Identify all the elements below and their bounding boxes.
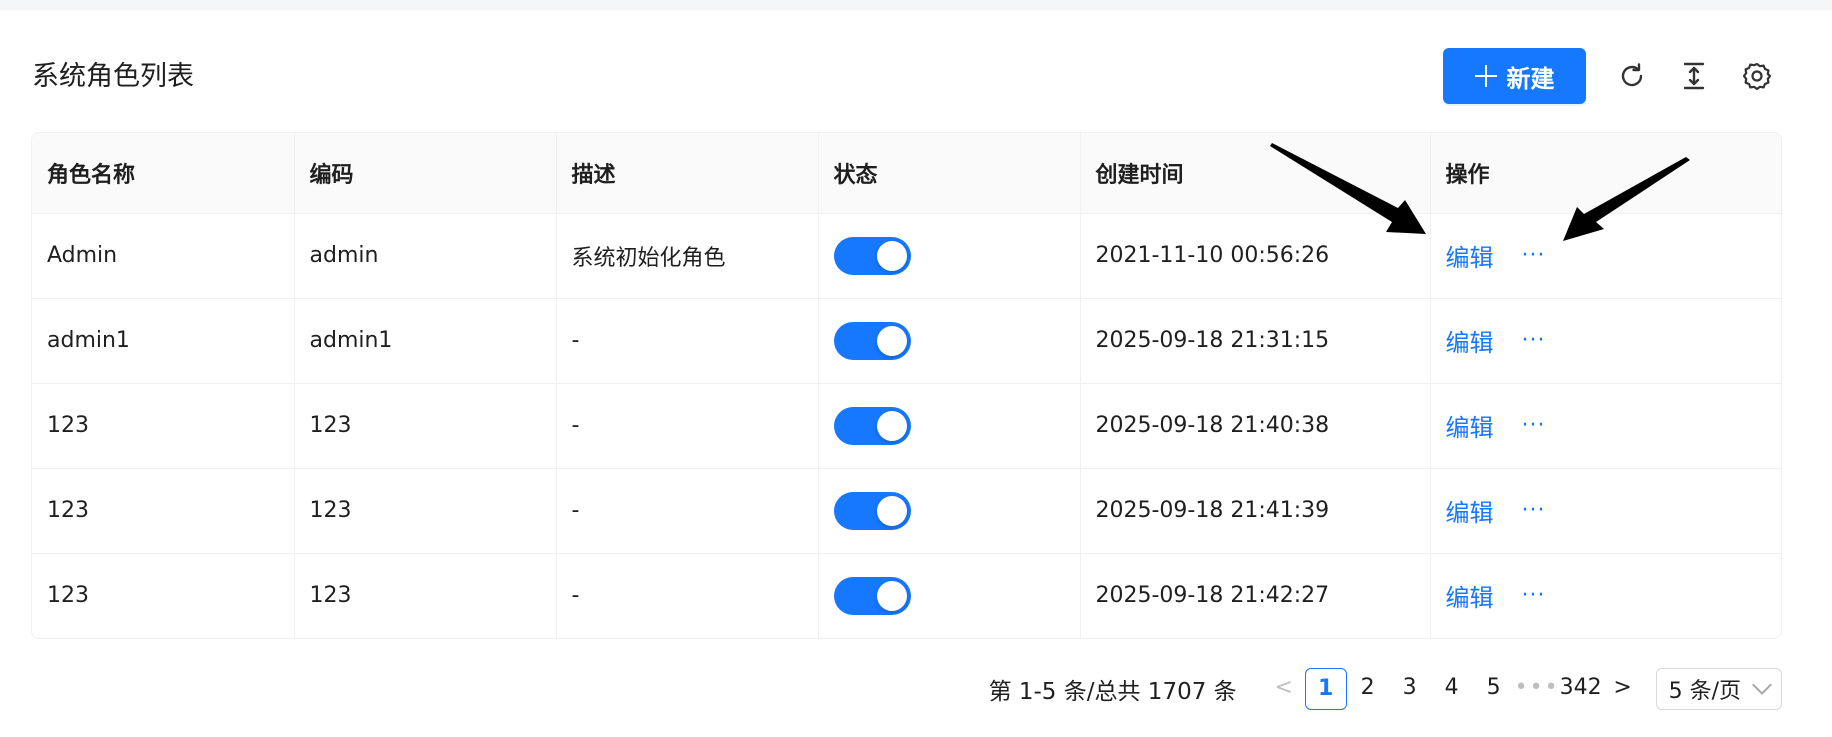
cell-status xyxy=(818,553,1081,638)
more-actions-icon[interactable]: ··· xyxy=(1522,498,1546,523)
edit-link[interactable]: 编辑 xyxy=(1446,244,1494,272)
prev-page-button[interactable]: < xyxy=(1263,668,1305,710)
cell-code: 123 xyxy=(294,553,557,638)
status-switch[interactable] xyxy=(833,236,911,275)
cell-created-time: 2021-11-10 00:56:26 xyxy=(1080,213,1431,299)
role-table: 角色名称 编码 描述 状态 创建时间 操作 Admin admin 系统初始化角… xyxy=(31,132,1782,639)
cell-created-time: 2025-09-18 21:31:15 xyxy=(1080,298,1431,384)
cell-role-name: 123 xyxy=(32,553,295,638)
switch-knob xyxy=(876,410,907,441)
status-switch[interactable] xyxy=(833,406,911,445)
page-2[interactable]: 2 xyxy=(1347,668,1389,710)
table-row: Admin admin 系统初始化角色 2021-11-10 00:56:26 … xyxy=(32,213,1781,299)
table-header-row: 角色名称 编码 描述 状态 创建时间 操作 xyxy=(32,133,1781,214)
page-342[interactable]: 342 xyxy=(1560,668,1602,710)
edit-link[interactable]: 编辑 xyxy=(1446,499,1494,527)
more-actions-icon[interactable]: ··· xyxy=(1522,243,1546,268)
cell-description: - xyxy=(556,553,819,638)
page-title: 系统角色列表 xyxy=(32,61,194,92)
switch-knob xyxy=(876,580,907,611)
switch-knob xyxy=(876,240,907,271)
column-header-created-time: 创建时间 xyxy=(1080,133,1431,214)
cell-description: - xyxy=(556,383,819,469)
content-card: 系统角色列表 新建 角色名称 编码 描述 状态 创建时间 操作 Admin ad… xyxy=(0,10,1832,737)
next-page-button[interactable]: > xyxy=(1602,668,1644,710)
setting-icon[interactable] xyxy=(1740,59,1774,93)
edit-link[interactable]: 编辑 xyxy=(1446,414,1494,442)
cell-code: admin xyxy=(294,213,557,299)
plus-icon xyxy=(1474,65,1497,87)
cell-description: - xyxy=(556,468,819,554)
column-header-description: 描述 xyxy=(556,133,819,214)
cell-actions: 编辑 ··· xyxy=(1430,468,1781,554)
cell-role-name: admin1 xyxy=(32,298,295,384)
cell-code: 123 xyxy=(294,468,557,554)
edit-link[interactable]: 编辑 xyxy=(1446,584,1494,612)
jump-next-ellipsis[interactable]: ••• xyxy=(1515,668,1560,710)
cell-actions: 编辑 ··· xyxy=(1430,383,1781,469)
cell-description: 系统初始化角色 xyxy=(556,213,819,299)
new-button-label: 新建 xyxy=(1506,64,1555,93)
column-header-actions: 操作 xyxy=(1430,133,1781,214)
page-4[interactable]: 4 xyxy=(1431,668,1473,710)
more-actions-icon[interactable]: ··· xyxy=(1522,413,1546,438)
column-header-status: 状态 xyxy=(818,133,1081,214)
table-row: 123 123 - 2025-09-18 21:40:38 编辑 ··· xyxy=(32,383,1781,469)
column-height-icon[interactable] xyxy=(1677,59,1711,93)
status-switch[interactable] xyxy=(833,491,911,530)
cell-code: admin1 xyxy=(294,298,557,384)
new-button[interactable]: 新建 xyxy=(1443,48,1586,104)
cell-created-time: 2025-09-18 21:40:38 xyxy=(1080,383,1431,469)
column-header-code: 编码 xyxy=(294,133,557,214)
cell-actions: 编辑 ··· xyxy=(1430,213,1781,299)
chevron-down-icon xyxy=(1752,675,1772,695)
cell-role-name: Admin xyxy=(32,213,295,299)
cell-status xyxy=(818,383,1081,469)
column-header-role-name: 角色名称 xyxy=(32,133,295,214)
table-row: 123 123 - 2025-09-18 21:41:39 编辑 ··· xyxy=(32,468,1781,554)
reload-icon[interactable] xyxy=(1615,59,1649,93)
cell-actions: 编辑 ··· xyxy=(1430,553,1781,638)
page-size-select[interactable]: 5 条/页 xyxy=(1655,668,1782,710)
status-switch[interactable] xyxy=(833,321,911,360)
cell-code: 123 xyxy=(294,383,557,469)
page-3[interactable]: 3 xyxy=(1389,668,1431,710)
switch-knob xyxy=(876,495,907,526)
table-toolbar: 系统角色列表 新建 xyxy=(32,37,1782,116)
cell-created-time: 2025-09-18 21:42:27 xyxy=(1080,553,1431,638)
pagination-total: 第 1-5 条/总共 1707 条 xyxy=(988,679,1237,705)
more-actions-icon[interactable]: ··· xyxy=(1522,583,1546,608)
table-row: 123 123 - 2025-09-18 21:42:27 编辑 ··· xyxy=(32,553,1781,638)
cell-created-time: 2025-09-18 21:41:39 xyxy=(1080,468,1431,554)
page-1[interactable]: 1 xyxy=(1304,668,1347,710)
cell-actions: 编辑 ··· xyxy=(1430,298,1781,384)
switch-knob xyxy=(876,325,907,356)
cell-role-name: 123 xyxy=(32,468,295,554)
cell-status xyxy=(818,468,1081,554)
cell-status xyxy=(818,213,1081,299)
cell-description: - xyxy=(556,298,819,384)
page-size-value: 5 条/页 xyxy=(1668,679,1741,704)
edit-link[interactable]: 编辑 xyxy=(1446,329,1494,357)
pagination: 第 1-5 条/总共 1707 条 < 1 2 3 4 5 ••• 342 > … xyxy=(989,668,1782,710)
cell-role-name: 123 xyxy=(32,383,295,469)
table-row: admin1 admin1 - 2025-09-18 21:31:15 编辑 ··… xyxy=(32,298,1781,384)
more-actions-icon[interactable]: ··· xyxy=(1522,328,1546,353)
page-5[interactable]: 5 xyxy=(1473,668,1515,710)
cell-status xyxy=(818,298,1081,384)
status-switch[interactable] xyxy=(833,576,911,615)
